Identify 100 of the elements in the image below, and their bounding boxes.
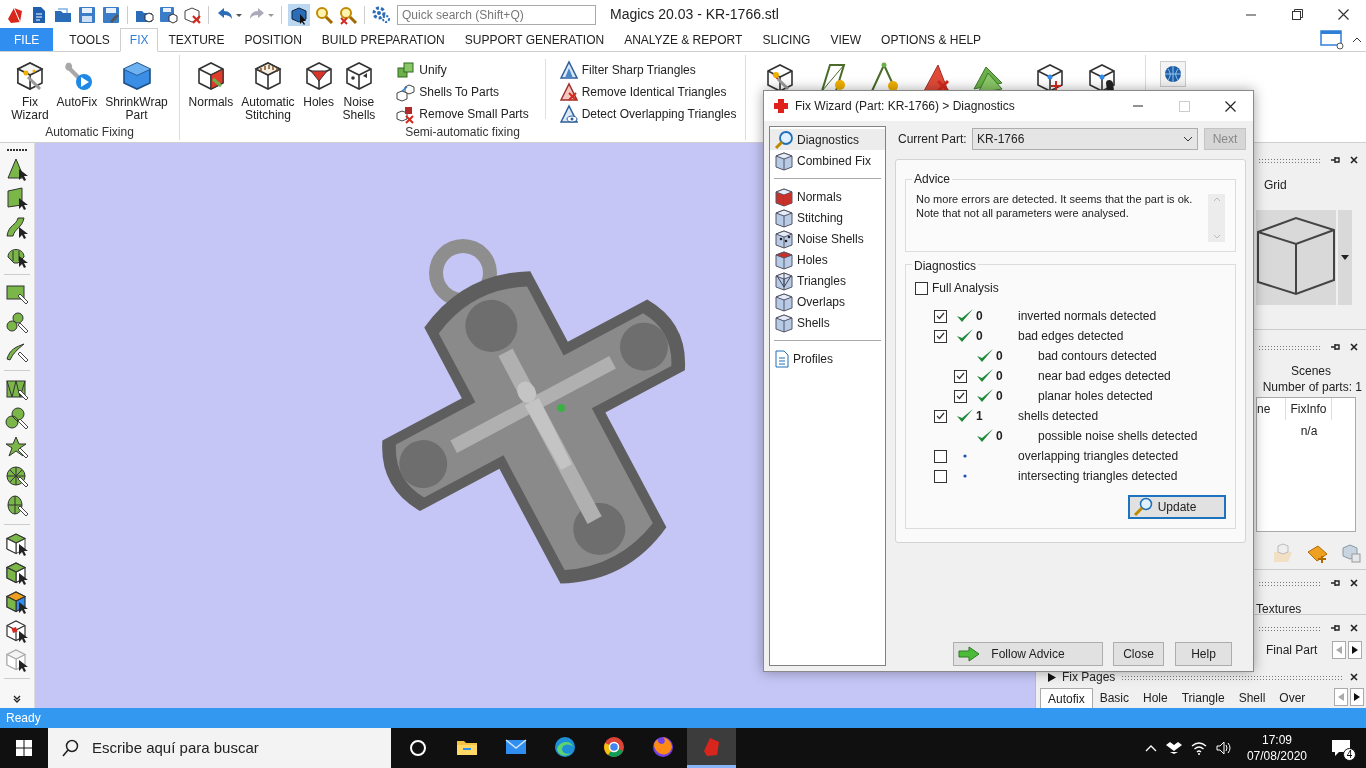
minimize-icon[interactable] <box>1246 13 1256 16</box>
save-icon[interactable] <box>77 4 97 25</box>
wifi-icon[interactable] <box>1190 741 1207 755</box>
caret-up-icon[interactable] <box>1144 744 1157 752</box>
close-icon[interactable] <box>1224 100 1236 112</box>
page-tab[interactable]: Autofix <box>1040 688 1093 708</box>
page-tab[interactable]: Triangle <box>1174 688 1232 708</box>
ribbon-tab[interactable]: POSITION <box>234 28 312 51</box>
page-tab[interactable]: Over <box>1272 688 1313 708</box>
ribbon-button[interactable]: Fix Wizard <box>7 57 53 123</box>
cube-delete-icon[interactable] <box>182 4 202 25</box>
checkbox[interactable] <box>934 329 947 343</box>
column-header[interactable]: FixInfo <box>1286 398 1332 420</box>
volume-icon[interactable] <box>1215 741 1232 755</box>
taskbar-search[interactable]: Escribe aquí para buscar <box>48 728 391 768</box>
notification-icon[interactable] <box>1331 739 1351 757</box>
checkbox[interactable] <box>954 369 967 383</box>
nav-item[interactable]: Stitching <box>770 207 885 228</box>
nav-item[interactable]: Noise Shells <box>770 228 885 249</box>
ribbon-button[interactable]: Automatic Stitching <box>237 57 299 123</box>
part-dropdown[interactable]: KR-1766 <box>972 128 1198 150</box>
close-icon[interactable] <box>1350 156 1358 164</box>
ribbon-button[interactable]: AutoFix <box>52 57 102 123</box>
magnifier-cross-icon[interactable] <box>338 4 358 25</box>
ribbon-button[interactable]: Remove Identical Triangles <box>557 81 741 103</box>
checkbox[interactable] <box>934 309 947 323</box>
close-icon[interactable] <box>1350 624 1358 632</box>
pin-icon[interactable] <box>1330 578 1340 588</box>
next-button[interactable] <box>1348 641 1362 659</box>
pin-icon[interactable] <box>1330 342 1340 352</box>
pin-icon[interactable] <box>1330 155 1340 165</box>
nav-item[interactable]: Holes <box>770 249 885 270</box>
expand-triangle-icon[interactable] <box>1048 672 1056 682</box>
blob-pen-icon[interactable] <box>4 309 30 336</box>
window-title: Magics 20.03 - KR-1766.stl <box>610 5 779 24</box>
magnifier-icon[interactable] <box>314 4 334 25</box>
ribbon-button[interactable]: ShrinkWrap Part <box>101 57 172 123</box>
nav-item[interactable]: Combined Fix <box>770 150 885 171</box>
cube-view-icon[interactable] <box>1256 210 1336 305</box>
save-as-icon[interactable] <box>101 4 121 25</box>
page-tab[interactable]: Hole <box>1136 688 1175 708</box>
clock[interactable]: 17:09 07/08/2020 <box>1240 732 1313 764</box>
ribbon-tab[interactable]: TOOLS <box>59 28 120 51</box>
restore-icon[interactable] <box>1291 9 1303 20</box>
scrollbar[interactable] <box>1208 194 1225 242</box>
ribbon-tab[interactable]: ANALYZE & REPORT <box>614 28 753 51</box>
ribbon-tab[interactable]: OPTIONS & HELP <box>871 28 992 51</box>
star-pen-icon[interactable] <box>4 434 30 461</box>
ribbon-tab[interactable]: SUPPORT GENERATION <box>454 28 615 51</box>
pin-icon[interactable] <box>1330 623 1340 633</box>
dialog-button[interactable]: Follow Advice <box>953 642 1103 666</box>
checkbox[interactable] <box>934 469 947 483</box>
advice-text: Note that not all parameters were analysed. <box>916 206 1129 220</box>
more-chevron-icon[interactable] <box>12 694 22 704</box>
nav-item[interactable]: Triangles <box>770 270 885 291</box>
nav-item[interactable]: Overlaps <box>770 291 885 312</box>
blob-pen-icon[interactable] <box>4 405 30 432</box>
checkbox[interactable] <box>934 449 947 463</box>
ribbon-button[interactable]: Remove Small Parts <box>395 103 533 125</box>
window-settings-icon[interactable] <box>1320 28 1346 51</box>
nav-item[interactable]: Shells <box>770 312 885 333</box>
close-icon[interactable] <box>1350 579 1358 587</box>
checkbox[interactable] <box>915 281 928 295</box>
ribbon-tab[interactable]: BUILD PREPARATION <box>311 28 455 51</box>
update-button[interactable]: Update <box>1128 495 1226 519</box>
nav-item[interactable]: Diagnostics <box>770 129 885 150</box>
windows-icon[interactable] <box>16 740 32 756</box>
ribbon-tab[interactable]: SLICING <box>752 28 821 51</box>
page-tab[interactable]: Basic <box>1092 688 1137 708</box>
ribbon-button[interactable]: Holes <box>298 57 339 123</box>
close-icon[interactable] <box>1337 9 1349 20</box>
next-button[interactable] <box>1350 688 1364 706</box>
cube-pointer-icon[interactable] <box>288 3 310 26</box>
checkbox[interactable] <box>954 389 967 403</box>
checkbox[interactable] <box>934 409 947 423</box>
ribbon-button[interactable]: Filter Sharp Triangles <box>557 59 741 81</box>
ribbon-button[interactable]: Detect Overlapping Triangles <box>557 103 741 125</box>
globe-icon[interactable] <box>1160 61 1186 87</box>
cross-icon <box>773 98 789 114</box>
ribbon-button[interactable]: Shells To Parts <box>395 81 533 103</box>
wheel-pen-icon[interactable] <box>4 463 30 490</box>
dialog-button[interactable]: Help <box>1175 642 1232 666</box>
ribbon-button[interactable]: Normals <box>184 57 238 123</box>
close-icon[interactable] <box>1350 673 1358 681</box>
ribbon-tab[interactable]: TEXTURE <box>158 28 235 51</box>
close-icon[interactable] <box>1350 343 1358 351</box>
search-field[interactable]: Quick search (Shift+Q) <box>397 4 596 25</box>
ribbon-button[interactable]: Noise Shells <box>338 57 380 123</box>
ribbon-tab[interactable]: FIX <box>119 28 159 52</box>
arrow-right-icon <box>958 646 980 662</box>
nav-item[interactable]: Normals <box>770 186 885 207</box>
dialog-button[interactable]: Close <box>1113 642 1164 666</box>
column-header[interactable]: ne <box>1257 398 1286 420</box>
wheel-pen-icon[interactable] <box>4 492 30 519</box>
ribbon-tab[interactable]: VIEW <box>820 28 872 51</box>
ribbon-button[interactable]: Unify <box>395 59 533 81</box>
save-cube-icon[interactable] <box>158 4 178 25</box>
page-tab[interactable]: Shell <box>1231 688 1273 708</box>
square-pointer-icon[interactable] <box>4 184 30 211</box>
nav-item[interactable]: Profiles <box>770 348 885 369</box>
